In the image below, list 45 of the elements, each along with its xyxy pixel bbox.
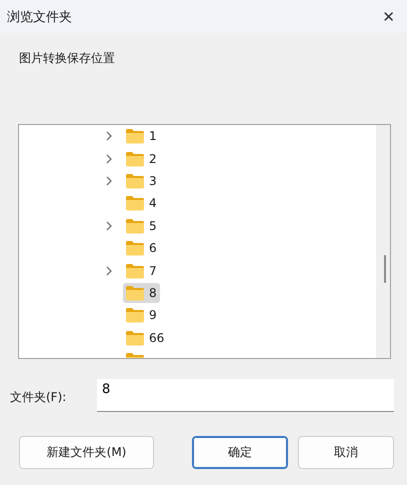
tree-item[interactable]: 1	[123, 126, 160, 146]
field-label: 文件夹(F):	[10, 389, 68, 406]
tree-item[interactable]: 3	[123, 170, 160, 191]
folder-name: 8	[149, 286, 157, 300]
folder-icon	[125, 307, 145, 324]
scroll-thumb[interactable]	[384, 255, 386, 283]
folder-name: 5	[149, 218, 157, 233]
folder-icon	[125, 128, 145, 144]
chevron-icon[interactable]	[105, 266, 113, 276]
folder-icon	[125, 195, 145, 212]
folder-name: 66	[149, 330, 164, 345]
folder-icon	[125, 218, 145, 234]
folder-name: 1	[149, 129, 157, 144]
tree-item[interactable]: 2	[123, 148, 160, 169]
dialog-button[interactable]: 确定	[192, 436, 288, 469]
tree-item[interactable]: 9	[123, 305, 160, 326]
dialog-button[interactable]: 取消	[298, 436, 394, 469]
window-title: 浏览文件夹	[7, 8, 72, 26]
folder-icon	[125, 330, 145, 346]
folder-icon	[125, 284, 145, 301]
close-button[interactable]: ✕	[378, 8, 399, 26]
folder-icon	[125, 172, 145, 189]
folder-name: 2	[149, 152, 157, 166]
folder-name: 9	[149, 308, 157, 322]
tree-item[interactable]: 7	[123, 260, 160, 281]
chevron-icon[interactable]	[105, 154, 113, 164]
folder-name: 7	[149, 264, 157, 278]
folder-icon	[125, 262, 145, 279]
tree-item[interactable]: 8	[123, 282, 160, 303]
description-text: 图片转换保存位置	[19, 50, 116, 67]
dialog-button[interactable]: 新建文件夹(M)	[19, 436, 154, 469]
folder-name: 4	[149, 196, 157, 210]
folder-icon	[125, 150, 145, 167]
folder-name: 6	[149, 241, 157, 256]
tree-item[interactable]: 6	[123, 238, 160, 258]
folder-icon	[125, 240, 145, 256]
tree-item[interactable]: 66	[123, 328, 168, 348]
chevron-icon[interactable]	[105, 220, 113, 231]
folder-input[interactable]: 8	[97, 379, 394, 412]
chevron-icon[interactable]	[105, 131, 113, 142]
tree-item[interactable]: 4	[123, 193, 160, 214]
tree-item[interactable]: 5	[123, 216, 160, 236]
scrollbar[interactable]	[376, 125, 390, 358]
chevron-icon[interactable]	[105, 176, 113, 186]
folder-name: 3	[149, 174, 157, 188]
